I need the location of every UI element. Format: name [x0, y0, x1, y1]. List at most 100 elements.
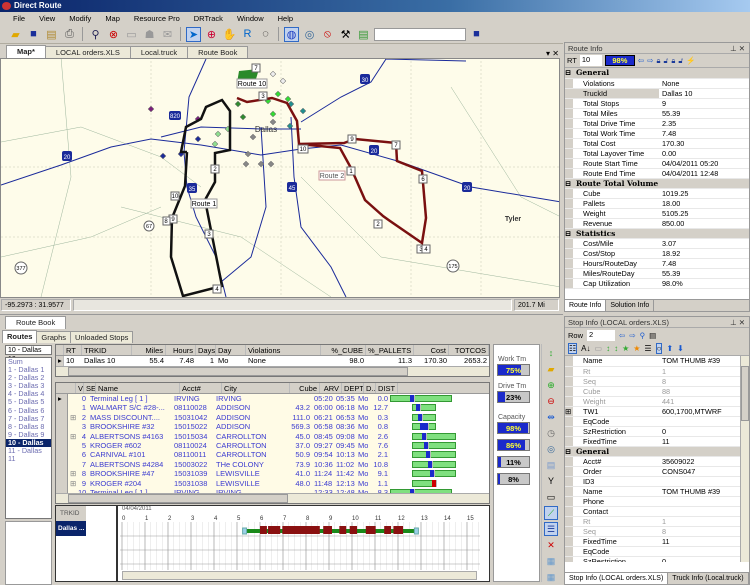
collapse-icon[interactable]: ⊟ [565, 228, 573, 239]
merge-icon[interactable]: ⇹ [544, 410, 558, 424]
property-row[interactable]: Violations None [565, 78, 749, 89]
property-row[interactable]: Cost/Mile 3.07 [565, 238, 749, 249]
property-row[interactable]: Rt 1 [565, 516, 741, 527]
optimize-bolt-icon[interactable]: ⚡ [686, 56, 695, 65]
column-header[interactable]: Name [96, 383, 180, 393]
lock-icon[interactable]: 🔒︎ [656, 56, 660, 66]
column-header[interactable]: D... [364, 383, 376, 393]
property-row[interactable]: FixedTime 11 [565, 436, 741, 447]
sort-az-icon[interactable]: A↓ [581, 344, 590, 353]
column-header[interactable]: Acct# [180, 383, 222, 393]
column-header[interactable]: City [222, 383, 290, 393]
column-header[interactable]: RT [64, 345, 82, 355]
star-red-icon[interactable]: ★ [633, 344, 640, 353]
property-row[interactable]: Total Stops 9 [565, 98, 749, 109]
lock-all-icon[interactable]: 🔒︎ [671, 56, 675, 66]
route-dropdown[interactable]: 10 - Dallas 10 [5, 345, 52, 363]
property-row[interactable]: ID3 [565, 476, 741, 487]
tab-local-truck[interactable]: Local.truck [129, 46, 189, 58]
zoom-icon[interactable]: ⊕ [204, 27, 219, 42]
route-list-item[interactable]: 11 - Dallas 11 [6, 446, 51, 462]
user-icon[interactable]: ☗ [142, 27, 157, 42]
property-row[interactable]: Total Cost 170.30 [565, 138, 749, 149]
collapse-icon[interactable]: ⊟ [565, 68, 573, 79]
property-row[interactable]: EqCode [565, 416, 741, 427]
view-icon[interactable]: ▭ [544, 490, 558, 504]
column-header[interactable]: TOTCOS [449, 345, 489, 355]
binoculars-icon[interactable]: ⚲ [88, 27, 103, 42]
route-select-icon[interactable]: R [240, 27, 255, 42]
property-row[interactable]: Cube 88 [565, 386, 741, 397]
property-row[interactable]: Contact [565, 506, 741, 517]
property-row[interactable]: Miles/RouteDay 55.39 [565, 268, 749, 279]
property-row[interactable]: Cost/Stop 18.92 [565, 248, 749, 259]
column-header[interactable]: Cube [290, 383, 320, 393]
menu-resource-pro[interactable]: Resource Pro [127, 12, 187, 25]
property-row[interactable]: Hours/RouteDay 7.48 [565, 258, 749, 269]
compass-icon[interactable]: ◎ [302, 27, 317, 42]
save-as-icon[interactable]: ■ [469, 27, 484, 42]
circle-icon[interactable]: ○ [655, 343, 663, 354]
menu-window[interactable]: Window [230, 12, 271, 25]
gantt-truck-row[interactable]: Dallas ... [56, 521, 86, 536]
gantt-timeline[interactable]: 0 1 2 3 4 5 6 7 8 9 10 11 12 13 14 15 [120, 514, 480, 570]
property-row[interactable]: Cube 1019.25 [565, 188, 749, 199]
document-icon[interactable]: ▤ [649, 331, 656, 340]
collapse-icon[interactable]: ↕ [614, 344, 618, 353]
open-folder-icon[interactable]: ▰ [544, 362, 558, 376]
delete-icon[interactable]: ✕ [544, 538, 558, 552]
property-row[interactable]: SzRestriction 0 [565, 426, 741, 437]
property-row[interactable]: Seq 8 [565, 376, 741, 387]
property-row[interactable]: Seq 8 [565, 526, 741, 537]
column-header[interactable]: Day [216, 345, 246, 355]
route-cell[interactable]: 170.30 [414, 356, 449, 366]
print-icon[interactable]: ⎙ [62, 27, 77, 42]
property-row[interactable]: Cap Utilization 98.0% [565, 278, 749, 289]
property-row[interactable]: Name TOM THUMB #39 [565, 356, 741, 367]
rt-input[interactable]: 10 [579, 55, 602, 66]
stop-row[interactable]: ⊞ 4 ALBERTSONS #4163 15015034 CARROLLTON 45.0… [56, 431, 489, 441]
tab-stop-info[interactable]: Stop Info (LOCAL orders.XLS) [565, 573, 669, 584]
table2-icon[interactable]: ▦ [544, 570, 558, 584]
tab-local-orders[interactable]: LOCAL orders.XLS [44, 46, 131, 58]
map-canvas[interactable]: 820 30 20 20 20 35 45 67 377 175 Dallas … [1, 59, 560, 298]
gantt-hscroll[interactable] [122, 571, 477, 580]
move-stop-icon[interactable]: ↕ [544, 346, 558, 360]
property-row[interactable]: Total Work Time 7.48 [565, 128, 749, 139]
tab-routes[interactable]: Routes [2, 330, 38, 343]
stops-grid-hscroll[interactable] [56, 493, 489, 503]
mail-icon[interactable]: ✉ [160, 27, 175, 42]
stop-row[interactable]: 3 BROOKSHIRE #32 15015022 ADDISON 569.3 06:58… [56, 422, 489, 432]
tab-truck-info[interactable]: Truck Info (Local.truck) [668, 573, 749, 584]
stop-row[interactable]: 6 CARNIVAL #101 08110011 CARROLLTON 50.9 09:5… [56, 450, 489, 460]
property-row[interactable]: FixedTime 11 [565, 536, 741, 547]
property-row[interactable]: Pallets 18.00 [565, 198, 749, 209]
compass-icon[interactable]: ◎ [544, 442, 558, 456]
property-row[interactable]: Route End Time 04/04/2011 12:48 [565, 168, 749, 179]
route-cell[interactable]: 98.0 [321, 356, 366, 366]
column-header[interactable]: Miles [132, 345, 166, 355]
stop-info-vscroll[interactable] [740, 356, 749, 562]
remove-icon[interactable]: ⊖ [544, 394, 558, 408]
property-row[interactable]: Phone [565, 496, 741, 507]
route-cell[interactable]: 11.3 [366, 356, 414, 366]
section-header[interactable]: ⊟ General [565, 446, 741, 457]
route-cell[interactable]: 55.4 [132, 356, 166, 366]
clear-route-icon[interactable]: ⊗ [106, 27, 121, 42]
stop-row[interactable]: 1 WALMART S/C #28-... 08110028 ADDISON 43.2 0… [56, 403, 489, 413]
tab-route-book[interactable]: Route Book [187, 46, 249, 58]
route-cell[interactable]: 2653.2 [449, 356, 489, 366]
property-row[interactable]: Rt 1 [565, 366, 741, 377]
column-header[interactable]: %_PALLETS [366, 345, 414, 355]
route-cell[interactable]: 1 [196, 356, 216, 366]
property-row[interactable]: Revenue 850.00 [565, 218, 749, 229]
property-row[interactable]: Total Drive Time 2.35 [565, 118, 749, 129]
menu-map[interactable]: Map [98, 12, 127, 25]
map-view[interactable]: 820 30 20 20 20 35 45 67 377 175 Dallas … [0, 58, 560, 298]
add-icon[interactable]: ⊕ [544, 378, 558, 392]
document-icon[interactable]: ▤ [544, 458, 558, 472]
route-cell[interactable]: Mo [216, 356, 246, 366]
menu-view[interactable]: View [32, 12, 62, 25]
route-cell[interactable]: 10 [64, 356, 82, 366]
categorized-icon[interactable]: ☷ [568, 343, 578, 354]
